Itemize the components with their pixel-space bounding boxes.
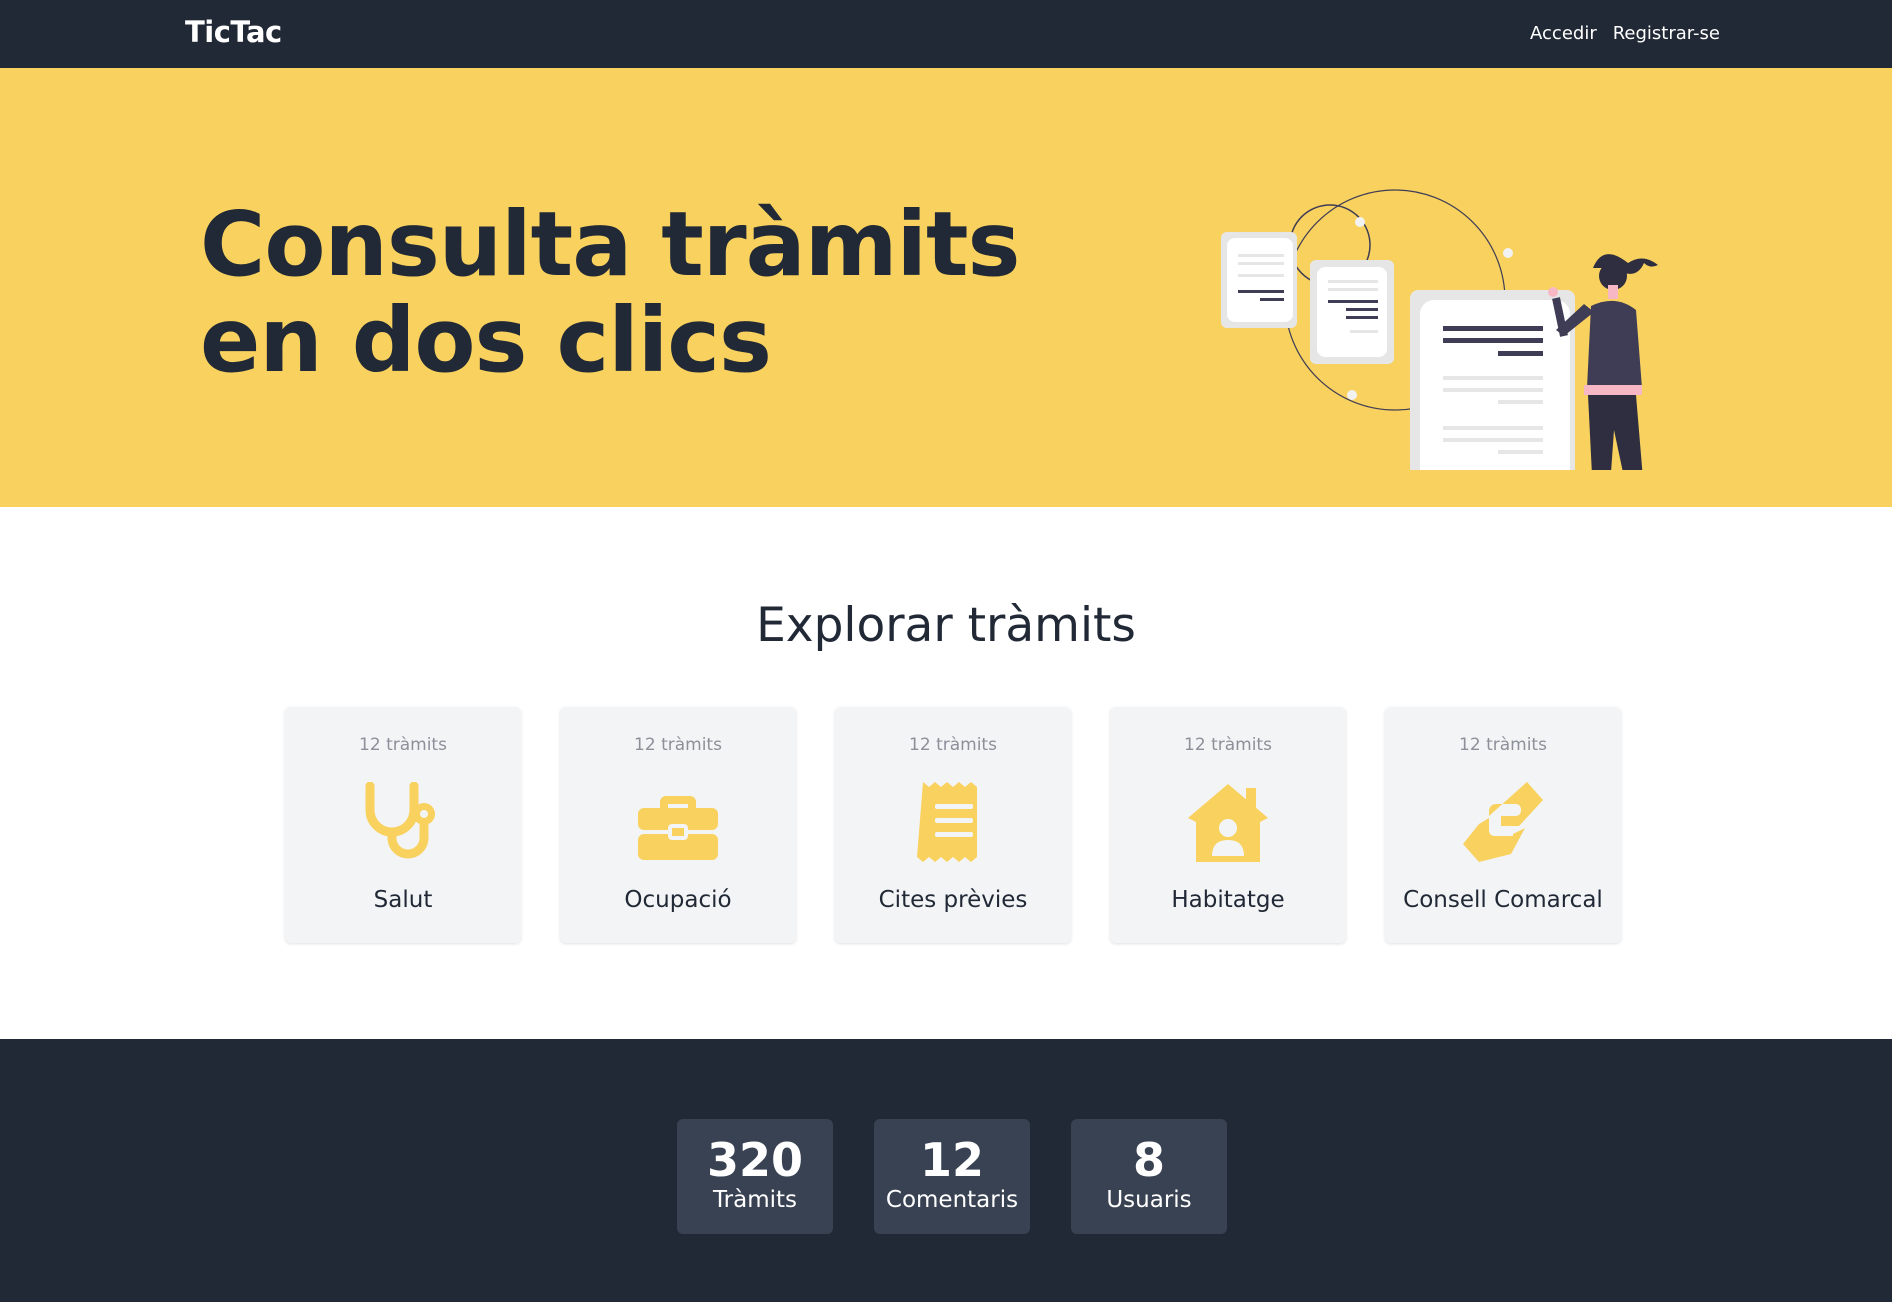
stat-label: Comentaris (885, 1187, 1019, 1213)
hero-title-line-2: en dos clics (200, 288, 772, 392)
card-label: Consell Comarcal (1403, 887, 1603, 913)
stat-value: 8 (1132, 1133, 1165, 1187)
card-count: 12 tràmits (634, 735, 722, 755)
category-card-habitatge[interactable]: 12 tràmits Habitatge (1110, 707, 1346, 943)
stat-usuaris: 8 Usuaris (1071, 1119, 1227, 1234)
card-label: Habitatge (1171, 887, 1285, 913)
card-count: 12 tràmits (1184, 735, 1272, 755)
stat-tramits: 320 Tràmits (677, 1119, 833, 1234)
card-label: Cites prèvies (878, 887, 1028, 913)
category-card-cites-previes[interactable]: 12 tràmits Cites prèvies (835, 707, 1071, 943)
nav-links: Accedir Registrar-se (1530, 23, 1720, 44)
category-card-consell-comarcal[interactable]: 12 tràmits Consell Comarcal (1385, 707, 1621, 943)
explore-title: Explorar tràmits (756, 598, 1136, 653)
category-card-salut[interactable]: 12 tràmits Salut (285, 707, 521, 943)
login-link[interactable]: Accedir (1530, 23, 1597, 44)
briefcase-icon (638, 796, 718, 860)
card-count: 12 tràmits (909, 735, 997, 755)
stat-label: Usuaris (1106, 1187, 1192, 1213)
stats-row: 320 Tràmits 12 Comentaris 8 Usuaris (677, 1119, 1227, 1234)
brand-logo[interactable]: TicTac (185, 15, 282, 49)
register-link[interactable]: Registrar-se (1613, 23, 1720, 44)
category-card-ocupacio[interactable]: 12 tràmits Ocupació (560, 707, 796, 943)
navbar: TicTac Accedir Registrar-se (0, 0, 1892, 68)
hero-banner: Consulta tràmits en dos clics (0, 68, 1892, 507)
card-label: Salut (373, 887, 433, 913)
stat-value: 12 (919, 1133, 984, 1187)
hero-title: Consulta tràmits en dos clics (200, 196, 1021, 388)
card-count: 12 tràmits (359, 735, 447, 755)
hero-illustration (1221, 189, 1658, 470)
stat-comentaris: 12 Comentaris (874, 1119, 1030, 1234)
stats-section: 320 Tràmits 12 Comentaris 8 Usuaris (0, 1039, 1892, 1302)
card-count: 12 tràmits (1459, 735, 1547, 755)
category-cards: 12 tràmits Salut 12 tràmits Ocupació 12 … (285, 707, 1621, 943)
card-label: Ocupació (624, 887, 732, 913)
house-user-icon (1188, 784, 1268, 862)
handshake-icon (1463, 782, 1543, 862)
stethoscope-icon (365, 782, 435, 859)
stat-value: 320 (706, 1133, 804, 1187)
stat-label: Tràmits (712, 1187, 797, 1213)
hero-title-line-1: Consulta tràmits (200, 192, 1021, 296)
receipt-icon (917, 782, 977, 862)
